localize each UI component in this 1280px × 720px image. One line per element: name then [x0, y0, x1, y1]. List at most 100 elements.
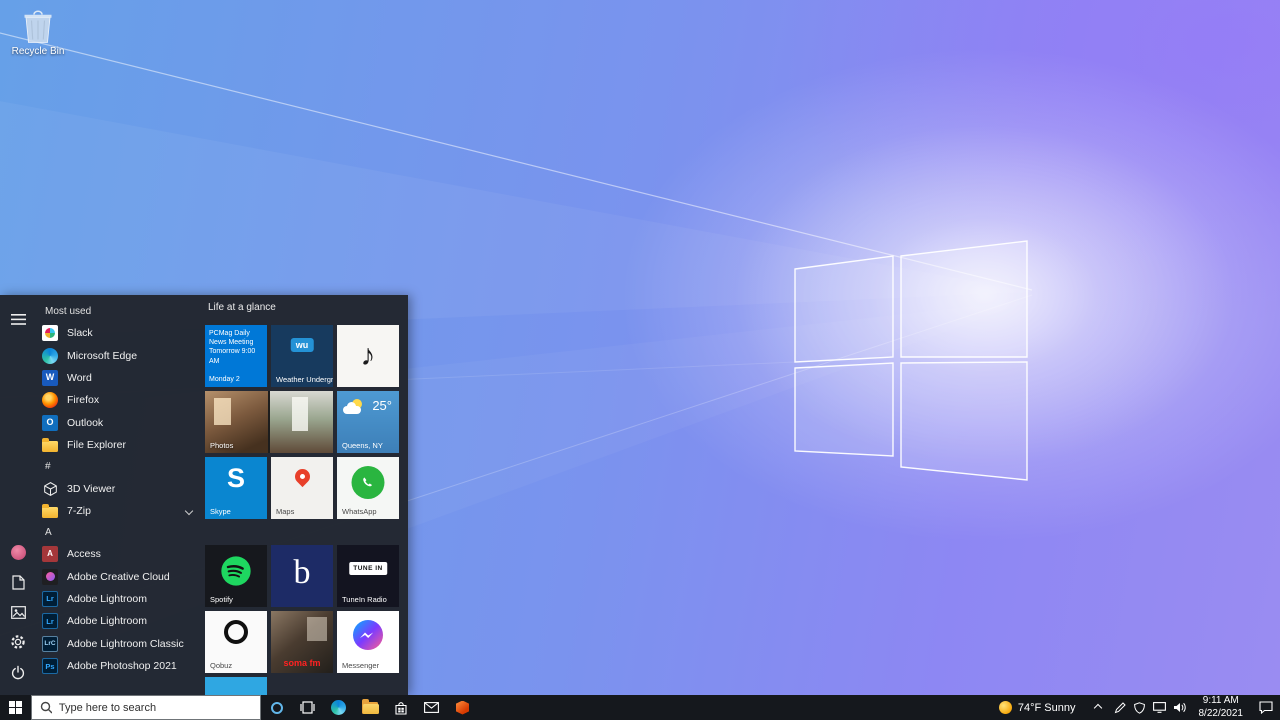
tile-weather[interactable]: 25° Queens, NY: [337, 391, 399, 453]
settings-button[interactable]: [7, 631, 29, 653]
office-button[interactable]: [447, 695, 478, 720]
expand-menu-button[interactable]: [7, 308, 29, 330]
pictures-button[interactable]: [7, 601, 29, 623]
tile-weather-underground[interactable]: wu Weather Underground: [271, 325, 333, 387]
app-item-adobe-creative-cloud[interactable]: Adobe Creative Cloud: [36, 566, 204, 588]
chevron-down-icon[interactable]: [184, 506, 194, 516]
adobe-creative-cloud-icon: [42, 568, 58, 585]
store-bag-icon: [394, 701, 407, 715]
volume-icon: [1174, 702, 1186, 713]
app-item-word[interactable]: W Word: [36, 367, 204, 389]
app-item-3d-viewer[interactable]: 3D Viewer: [36, 477, 204, 499]
app-item-label: 3D Viewer: [67, 482, 116, 495]
pictures-icon: [10, 605, 26, 619]
tile-label: Photos: [210, 441, 234, 450]
volume-tray-button[interactable]: [1171, 695, 1188, 720]
app-item-label: Adobe Creative Cloud: [67, 570, 170, 583]
app-item-adobe-photoshop-2021[interactable]: Ps Adobe Photoshop 2021: [36, 655, 204, 677]
tile-label: Qobuz: [210, 661, 233, 670]
cortana-button[interactable]: [261, 695, 292, 720]
user-account-button[interactable]: [7, 541, 29, 563]
lightroom-classic-icon: LrC: [42, 635, 58, 652]
document-icon: [11, 574, 25, 590]
app-item-label: Adobe Lightroom: [67, 593, 147, 606]
taskbar-clock[interactable]: 9:11 AM 8/22/2021: [1190, 695, 1253, 720]
tile-label: WhatsApp: [342, 507, 377, 516]
mail-button[interactable]: [416, 695, 447, 720]
tile-label: TuneIn Radio: [342, 595, 387, 604]
action-center-button[interactable]: [1252, 695, 1280, 720]
calendar-footer: Monday 2: [209, 375, 240, 383]
file-explorer-icon: [42, 437, 58, 453]
weather-temp: 25°: [372, 398, 392, 413]
task-view-icon: [300, 701, 315, 714]
app-item-label: Adobe Lightroom: [67, 615, 147, 628]
app-item-outlook[interactable]: O Outlook: [36, 412, 204, 434]
app-item-firefox[interactable]: Firefox: [36, 389, 204, 411]
app-item-access[interactable]: A Access: [36, 543, 204, 565]
tile-partial[interactable]: [205, 677, 267, 695]
network-tray-button[interactable]: [1151, 695, 1168, 720]
tile-calendar[interactable]: PCMag Daily News Meeting Tomorrow 9:00 A…: [205, 325, 267, 387]
start-button[interactable]: [0, 695, 31, 720]
app-item-file-explorer[interactable]: File Explorer: [36, 434, 204, 456]
task-view-button[interactable]: [292, 695, 323, 720]
security-tray-button[interactable]: [1131, 695, 1148, 720]
app-item-slack[interactable]: Slack: [36, 322, 204, 344]
documents-button[interactable]: [7, 571, 29, 593]
search-icon: [40, 701, 52, 714]
recycle-bin-label: Recycle Bin: [11, 46, 65, 57]
tile-whatsapp[interactable]: WhatsApp: [337, 457, 399, 519]
b-logo: b: [293, 554, 311, 591]
outlook-icon: O: [42, 414, 58, 431]
tile-tunein-radio[interactable]: TUNE IN TuneIn Radio: [337, 545, 399, 607]
network-icon: [1153, 702, 1166, 713]
start-menu-app-list: Most used Slack Microsoft Edge W Word Fi…: [36, 301, 204, 677]
security-shield-icon: [1134, 701, 1145, 714]
tile-maps[interactable]: Maps: [271, 457, 333, 519]
clock-date: 8/22/2021: [1198, 707, 1244, 719]
tile-label: Skype: [210, 507, 231, 516]
search-input[interactable]: [58, 701, 252, 714]
qobuz-icon: [224, 620, 248, 644]
taskbar-search[interactable]: [31, 695, 261, 720]
edge-taskbar-button[interactable]: [323, 695, 354, 720]
tile-group-header[interactable]: Life at a glance: [208, 302, 276, 313]
spotify-icon: [220, 555, 252, 592]
hidden-icons-chevron[interactable]: [1093, 703, 1102, 712]
app-item-label: Adobe Lightroom Classic: [67, 637, 184, 650]
app-item-microsoft-edge[interactable]: Microsoft Edge: [36, 344, 204, 366]
gear-icon: [11, 635, 25, 649]
tile-qobuz[interactable]: Qobuz: [205, 611, 267, 673]
start-menu-tiles: Life at a glance PCMag Daily News Meetin…: [205, 295, 403, 695]
tile-music[interactable]: ♪: [337, 325, 399, 387]
app-item-label: Adobe Photoshop 2021: [67, 660, 177, 673]
recycle-bin[interactable]: Recycle Bin: [6, 8, 70, 57]
messenger-icon: [352, 619, 384, 656]
app-item-adobe-lightroom-classic[interactable]: LrC Adobe Lightroom Classic: [36, 633, 204, 655]
section-header-hash[interactable]: #: [36, 456, 204, 477]
app-item-adobe-lightroom-2[interactable]: Lr Adobe Lightroom: [36, 610, 204, 632]
file-explorer-taskbar-button[interactable]: [354, 695, 385, 720]
app-item-adobe-lightroom[interactable]: Lr Adobe Lightroom: [36, 588, 204, 610]
pen-icon: [1114, 701, 1126, 713]
edge-icon: [331, 700, 346, 715]
app-item-label: Word: [67, 371, 92, 384]
app-item-7zip[interactable]: 7-Zip: [36, 500, 204, 522]
taskbar-weather[interactable]: 74°F Sunny: [989, 695, 1086, 720]
power-button[interactable]: [7, 661, 29, 683]
section-header-a[interactable]: A: [36, 522, 204, 543]
tile-messenger[interactable]: Messenger: [337, 611, 399, 673]
app-item-label: Firefox: [67, 394, 100, 407]
app-item-label: Access: [67, 548, 101, 561]
tile-b-app[interactable]: b: [271, 545, 333, 607]
tile-soma-fm[interactable]: soma fm: [271, 611, 333, 673]
weather-text: 74°F Sunny: [1017, 701, 1076, 714]
microsoft-store-button[interactable]: [385, 695, 416, 720]
tile-photos[interactable]: Photos: [205, 391, 333, 453]
weather-location: Queens, NY: [342, 441, 383, 450]
tile-spotify[interactable]: Spotify: [205, 545, 267, 607]
tile-skype[interactable]: S Skype: [205, 457, 267, 519]
pen-tray-button[interactable]: [1111, 695, 1128, 720]
hamburger-icon: [10, 313, 26, 325]
